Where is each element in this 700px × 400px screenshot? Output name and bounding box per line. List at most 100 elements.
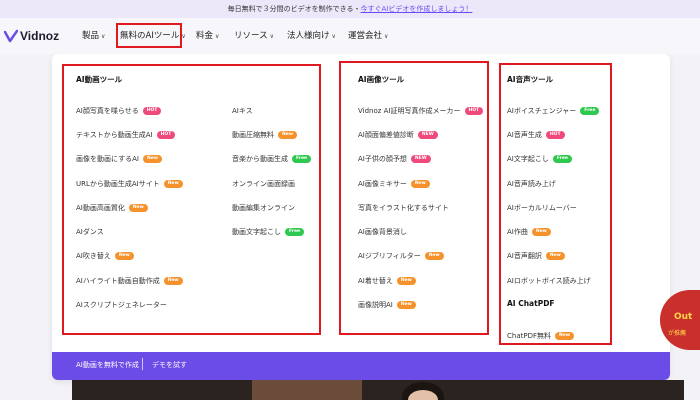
mega-menu: AI動画ツール AI顔写真を喋らせる HOT テキストから動画生成AI HOT 画像… <box>52 54 670 380</box>
nav-label: 料金 <box>196 31 214 41</box>
new-badge: New <box>114 252 134 260</box>
video-tool-item[interactable]: AI吹き替え New <box>76 251 134 261</box>
audio-tool-item[interactable]: AI文字起こし Free <box>507 154 572 164</box>
nav-company[interactable]: 運営会社 ∨ <box>348 29 388 41</box>
logo[interactable]: Vidnoz <box>4 26 59 46</box>
chevron-down-icon: ∨ <box>331 33 336 40</box>
image-tool-item[interactable]: AI顔面偏差値診断 NEW <box>358 130 438 140</box>
audio-tool-item[interactable]: AIロボットボイス読み上げ <box>507 276 591 286</box>
video-tool-item[interactable]: AIスクリプトジェネレーター <box>76 300 167 310</box>
nav-pricing[interactable]: 料金 ∨ <box>196 29 219 41</box>
nav-products[interactable]: 製品 ∨ <box>82 29 105 41</box>
free-badge: Free <box>580 107 600 115</box>
video-tool-item[interactable]: AI顔写真を喋らせる HOT <box>76 106 162 116</box>
nav-label: 法人様向け <box>287 31 330 41</box>
item-label: AIダンス <box>76 228 104 236</box>
video-tool-item[interactable]: オンライン画面録画 <box>232 179 295 189</box>
chevron-down-icon: ∨ <box>215 33 220 40</box>
item-label: AIハイライト動画自動作成 <box>76 277 160 285</box>
new-badge: New <box>128 204 148 212</box>
image-tool-item[interactable]: AI画像背景消し <box>358 227 407 237</box>
vidnoz-logo-icon <box>4 29 18 43</box>
item-label: AI音声生成 <box>507 131 542 139</box>
video-tool-item[interactable]: 動画編集オンライン <box>232 203 295 213</box>
create-video-link[interactable]: AI動画を無料で作成 <box>76 360 139 370</box>
item-label: オンライン画面録画 <box>232 180 295 188</box>
item-label: 動画文字起こし <box>232 228 281 236</box>
video-tool-item[interactable]: 音楽から動画生成 Free <box>232 154 312 164</box>
item-label: AIロボットボイス読み上げ <box>507 277 591 285</box>
item-label: 音楽から動画生成 <box>232 155 288 163</box>
audio-tool-item[interactable]: AI音声読み上げ <box>507 179 556 189</box>
item-label: 画像説明AI <box>358 301 393 309</box>
video-tool-item[interactable]: AIハイライト動画自動作成 New <box>76 276 183 286</box>
hot-badge: HOT <box>156 131 176 139</box>
top-banner: 毎日無料で３分間のビデオを制作できる・今すぐAIビデオを作成しましょう！ <box>0 0 700 18</box>
video-tool-item[interactable]: 動画圧縮無料 New <box>232 130 297 140</box>
video-tool-item[interactable]: AIキス <box>232 106 253 116</box>
new-badge: New <box>545 252 565 260</box>
chevron-down-icon: ∨ <box>384 33 389 40</box>
nav-highlight-box <box>116 23 182 48</box>
audio-tool-item[interactable]: AI作曲 New <box>507 227 551 237</box>
audio-tool-item[interactable]: ChatPDF無料 New <box>507 331 574 341</box>
try-demo-link[interactable]: デモを試す <box>152 360 187 370</box>
video-tool-item[interactable]: AI動画高画質化 New <box>76 203 148 213</box>
item-label: AI顔面偏差値診断 <box>358 131 414 139</box>
item-label: AIキス <box>232 107 253 115</box>
video-tool-item[interactable]: AIダンス <box>76 227 104 237</box>
image-tool-item[interactable]: Vidnoz AI証明写真作成メーカー HOT <box>358 106 484 116</box>
audio-tool-item[interactable]: AI音声生成 HOT <box>507 130 565 140</box>
video-tools-title: AI動画ツール <box>76 75 123 84</box>
mega-menu-footer: AI動画を無料で作成 デモを試す <box>52 352 670 380</box>
banner-link[interactable]: 今すぐAIビデオを作成しましょう！ <box>361 5 473 13</box>
item-label: AIボーカルリムーバー <box>507 204 577 212</box>
footer-divider <box>142 358 143 370</box>
image-tool-item[interactable]: 写真をイラスト化するサイト <box>358 203 449 213</box>
video-tool-item[interactable]: 動画文字起こし Free <box>232 227 305 237</box>
chevron-down-icon: ∨ <box>269 33 274 40</box>
video-tool-item[interactable]: 画像を動画にするAI New <box>76 154 162 164</box>
audio-tool-item[interactable]: AI音声翻訳 New <box>507 251 565 261</box>
chatpdf-title: AI ChatPDF <box>507 299 555 308</box>
banner-text: 毎日無料で３分間のビデオを制作できる・ <box>227 5 361 13</box>
image-tool-item[interactable]: AI着せ替え New <box>358 276 416 286</box>
nav-label: リソース <box>234 31 268 41</box>
image-tools-title: AI画像ツール <box>358 75 405 84</box>
new-badge: New <box>396 301 416 309</box>
new-badge: New <box>163 180 183 188</box>
image-tool-item[interactable]: AI画像ミキサー New <box>358 179 430 189</box>
image-tool-item[interactable]: AI子供の顔予想 NEW <box>358 154 431 164</box>
item-label: ChatPDF無料 <box>507 332 551 340</box>
video-tool-item[interactable]: URLから動画生成AIサイト New <box>76 179 183 189</box>
audio-tools-title: AI音声ツール <box>507 75 554 84</box>
new-badge: NEW <box>417 131 438 139</box>
nav-label: 運営会社 <box>348 31 383 41</box>
item-label: AI文字起こし <box>507 155 549 163</box>
item-label: AI音声読み上げ <box>507 180 556 188</box>
nav-business[interactable]: 法人様向け ∨ <box>287 29 336 41</box>
navbar: Vidnoz 製品 ∨ 無料のAIツール ∨ 料金 ∨ リソース ∨ 法人様向け ∨ 運営… <box>0 18 700 54</box>
video-tool-item[interactable]: テキストから動画生成AI HOT <box>76 130 176 140</box>
image-tool-item[interactable]: AIジブリフィルター New <box>358 251 444 261</box>
audio-tool-item[interactable]: AIボーカルリムーバー <box>507 203 577 213</box>
image-tool-item[interactable]: 画像説明AI New <box>358 300 416 310</box>
item-label: AIジブリフィルター <box>358 252 421 260</box>
item-label: AI音声翻訳 <box>507 252 542 260</box>
chevron-down-icon: ∨ <box>101 33 106 40</box>
badge-text: Out <box>674 312 693 322</box>
audio-tool-item[interactable]: AIボイスチェンジャー Free <box>507 106 600 116</box>
item-label: AI子供の顔予想 <box>358 155 407 163</box>
item-label: テキストから動画生成AI <box>76 131 153 139</box>
item-label: AI吹き替え <box>76 252 111 260</box>
hot-badge: HOT <box>142 107 162 115</box>
nav-resources[interactable]: リソース ∨ <box>234 29 274 41</box>
item-label: Vidnoz AI証明写真作成メーカー <box>358 107 461 115</box>
new-badge: New <box>555 332 574 340</box>
item-label: 画像を動画にするAI <box>76 155 139 163</box>
free-badge: Free <box>285 228 305 236</box>
item-label: 動画編集オンライン <box>232 204 295 212</box>
new-badge: New <box>424 252 444 260</box>
free-badge: Free <box>552 155 572 163</box>
item-label: AI顔写真を喋らせる <box>76 107 139 115</box>
